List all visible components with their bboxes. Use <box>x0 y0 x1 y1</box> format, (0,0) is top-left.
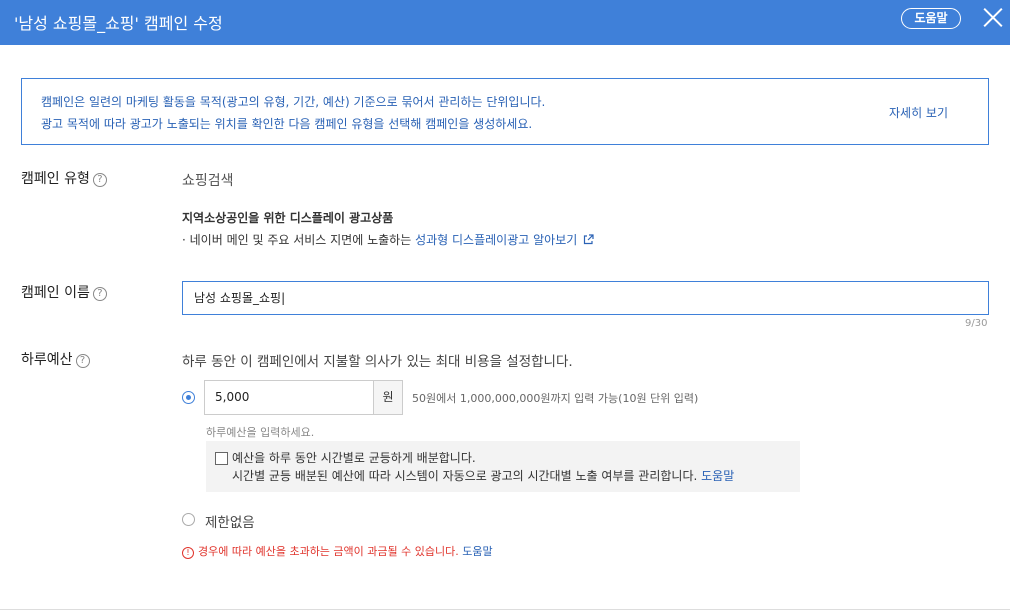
even-distribution-checkbox[interactable] <box>215 452 228 465</box>
dialog-header: '남성 쇼핑몰_쇼핑' 캠페인 수정 도움말 <box>0 0 1010 45</box>
unlimited-label: 제한없음 <box>205 515 255 531</box>
even-distribution-option: 예산을 하루 동안 시간별로 균등하게 배분합니다. 시간별 균등 배분된 예산… <box>206 441 800 492</box>
daily-budget-label: 하루예산? <box>21 349 90 369</box>
even-distribution-help-link[interactable]: 도움말 <box>701 469 734 483</box>
display-ad-link[interactable]: 성과형 디스플레이광고 알아보기 <box>415 233 577 247</box>
unlimited-radio[interactable] <box>182 513 195 526</box>
even-distribution-desc: 시간별 균등 배분된 예산에 따라 시스템이 자동으로 광고의 시간대별 노출 … <box>232 469 735 483</box>
warning-help-link[interactable]: 도움말 <box>462 545 492 558</box>
help-question-icon[interactable]: ? <box>92 287 107 301</box>
help-question-icon[interactable]: ? <box>75 354 90 368</box>
help-question-icon[interactable]: ? <box>92 173 107 187</box>
divider <box>0 609 1010 610</box>
info-box: 캠페인은 일련의 마케팅 활동을 목적(광고의 유형, 기간, 예산) 기준으로… <box>21 78 989 145</box>
currency-unit: 원 <box>373 380 403 415</box>
exclamation-icon: ! <box>182 547 194 559</box>
notice-text: · 네이버 메인 및 주요 서비스 지면에 노출하는 성과형 디스플레이광고 알… <box>182 231 594 248</box>
campaign-name-input[interactable]: 남성 쇼핑몰_쇼핑| <box>182 281 989 315</box>
learn-more-link[interactable]: 자세히 보기 <box>889 104 948 121</box>
budget-warning: ! 경우에 따라 예산을 초과하는 금액이 과금될 수 있습니다. 도움말 <box>182 543 493 559</box>
even-distribution-label: 예산을 하루 동안 시간별로 균등하게 배분합니다. <box>232 451 476 465</box>
info-line-1: 캠페인은 일련의 마케팅 활동을 목적(광고의 유형, 기간, 예산) 기준으로… <box>41 95 546 109</box>
budget-description: 하루 동안 이 캠페인에서 지불할 의사가 있는 최대 비용을 설정합니다. <box>182 354 573 370</box>
campaign-type-label: 캠페인 유형? <box>21 168 107 188</box>
external-link-icon[interactable] <box>583 234 594 245</box>
dialog-title: '남성 쇼핑몰_쇼핑' 캠페인 수정 <box>14 14 223 33</box>
budget-amount-input[interactable]: 5,000 <box>204 380 374 415</box>
close-icon[interactable] <box>982 6 1004 28</box>
budget-range-hint: 50원에서 1,000,000,000원까지 입력 가능(10원 단위 입력) <box>412 392 699 405</box>
notice-title: 지역소상공인을 위한 디스플레이 광고상품 <box>182 211 394 225</box>
budget-amount-radio[interactable] <box>182 391 195 404</box>
campaign-type-value: 쇼핑검색 <box>182 173 234 189</box>
name-char-counter: 9/30 <box>965 318 988 329</box>
budget-input-hint: 하루예산을 입력하세요. <box>206 426 315 439</box>
info-line-2: 광고 목적에 따라 광고가 노출되는 위치를 확인한 다음 캠페인 유형을 선택… <box>41 117 533 131</box>
campaign-name-label: 캠페인 이름? <box>21 282 107 302</box>
help-button[interactable]: 도움말 <box>901 8 961 29</box>
